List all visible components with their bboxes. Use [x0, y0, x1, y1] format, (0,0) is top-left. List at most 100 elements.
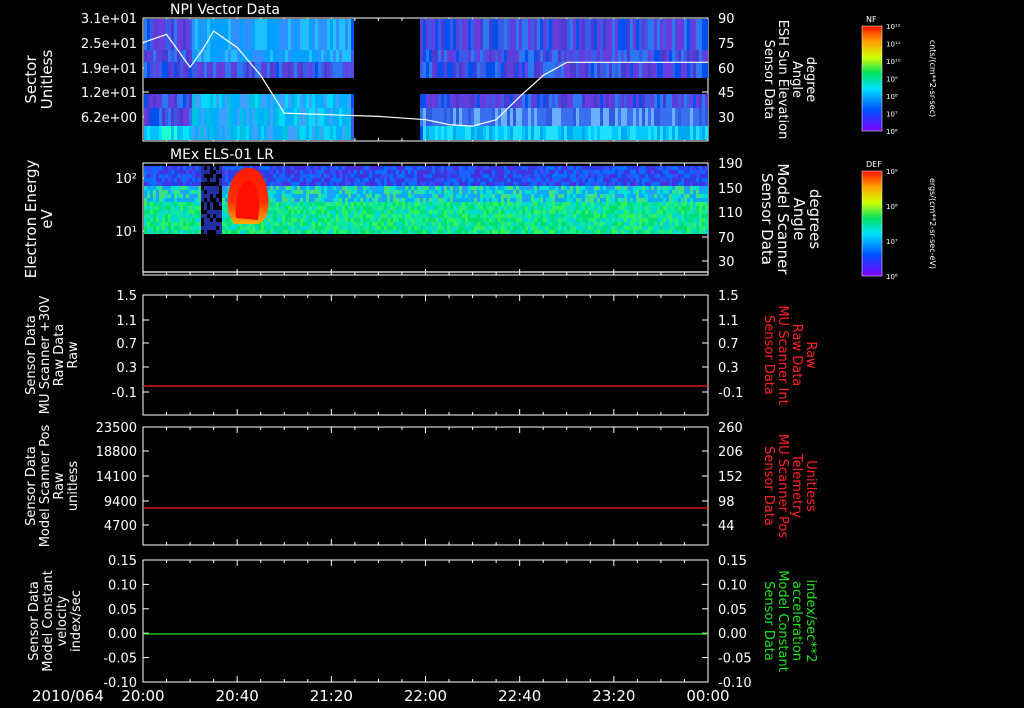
npi-cell: [249, 19, 252, 51]
npi-cell: [156, 94, 159, 108]
els-cell: [249, 226, 252, 230]
els-cell: [402, 178, 405, 182]
right-tick-label: -0.05: [718, 652, 752, 667]
npi-cell: [570, 94, 573, 108]
npi-cell: [618, 62, 621, 78]
npi-cell: [678, 108, 681, 126]
els-cell: [195, 194, 198, 198]
els-cell: [705, 186, 708, 190]
els-cell: [426, 210, 429, 214]
npi-cell: [321, 62, 324, 78]
npi-cell: [453, 108, 456, 126]
npi-cell: [450, 19, 453, 51]
npi-cell: [633, 108, 636, 126]
els-cell: [402, 214, 405, 218]
els-cell: [195, 226, 198, 230]
els-cell: [177, 226, 180, 230]
els-cell: [417, 202, 420, 206]
els-cell: [471, 174, 474, 178]
els-cell: [564, 178, 567, 182]
npi-cell: [492, 19, 495, 51]
els-cell: [672, 182, 675, 186]
els-cell: [654, 186, 657, 190]
els-cell: [282, 170, 285, 174]
npi-cell: [504, 126, 507, 140]
els-cell: [201, 202, 204, 206]
els-cell: [651, 190, 654, 194]
els-cell: [156, 190, 159, 194]
els-cell: [426, 178, 429, 182]
npi-cell: [558, 19, 561, 51]
els-cell: [276, 202, 279, 206]
els-cell: [453, 186, 456, 190]
npi-cell: [165, 62, 168, 78]
els-cell: [156, 174, 159, 178]
npi-cell: [480, 62, 483, 78]
els-cell: [402, 186, 405, 190]
npi-cell: [588, 126, 591, 140]
npi-cell: [288, 50, 291, 62]
npi-cell: [255, 50, 258, 62]
els-cell: [300, 194, 303, 198]
els-cell: [150, 170, 153, 174]
els-cell: [411, 210, 414, 214]
els-cell: [351, 166, 354, 170]
npi-cell: [213, 94, 216, 108]
els-cell: [681, 226, 684, 230]
npi-cell: [327, 62, 330, 78]
els-cell: [186, 190, 189, 194]
els-cell: [606, 194, 609, 198]
npi-cell: [228, 19, 231, 51]
els-cell: [168, 182, 171, 186]
els-cell: [180, 182, 183, 186]
npi-cell: [675, 126, 678, 140]
els-cell: [345, 210, 348, 214]
els-cell: [564, 226, 567, 230]
els-cell: [210, 174, 213, 178]
els-cell: [591, 202, 594, 206]
els-cell: [426, 166, 429, 170]
npi-cell: [459, 108, 462, 126]
npi-cell: [351, 126, 354, 140]
npi-cell: [477, 62, 480, 78]
npi-cell: [555, 50, 558, 62]
els-cell: [261, 226, 264, 230]
els-cell: [396, 202, 399, 206]
els-cell: [543, 178, 546, 182]
els-cell: [660, 222, 663, 226]
els-cell: [219, 198, 222, 202]
els-cell: [504, 230, 507, 234]
npi-cell: [348, 50, 351, 62]
els-cell: [408, 198, 411, 202]
els-cell: [339, 182, 342, 186]
els-cell: [654, 230, 657, 234]
npi-cell: [498, 94, 501, 108]
els-cell: [414, 166, 417, 170]
npi-cell: [153, 94, 156, 108]
npi-cell: [468, 126, 471, 140]
npi-cell: [678, 126, 681, 140]
els-cell: [543, 226, 546, 230]
els-cell: [456, 218, 459, 222]
els-cell: [354, 210, 357, 214]
npi-cell: [696, 94, 699, 108]
npi-cell: [492, 50, 495, 62]
npi-cell: [243, 19, 246, 51]
els-cell: [423, 230, 426, 234]
els-cell: [492, 222, 495, 226]
els-cell: [150, 182, 153, 186]
els-cell: [381, 174, 384, 178]
els-cell: [417, 222, 420, 226]
els-cell: [324, 198, 327, 202]
els-cell: [651, 170, 654, 174]
els-cell: [288, 186, 291, 190]
npi-cell: [339, 62, 342, 78]
els-cell: [393, 170, 396, 174]
els-cell: [624, 230, 627, 234]
ylabel-line: unitless: [66, 461, 81, 512]
npi-cell: [216, 126, 219, 140]
els-cell: [363, 202, 366, 206]
els-cell: [636, 174, 639, 178]
els-cell: [666, 178, 669, 182]
npi-cell: [678, 94, 681, 108]
